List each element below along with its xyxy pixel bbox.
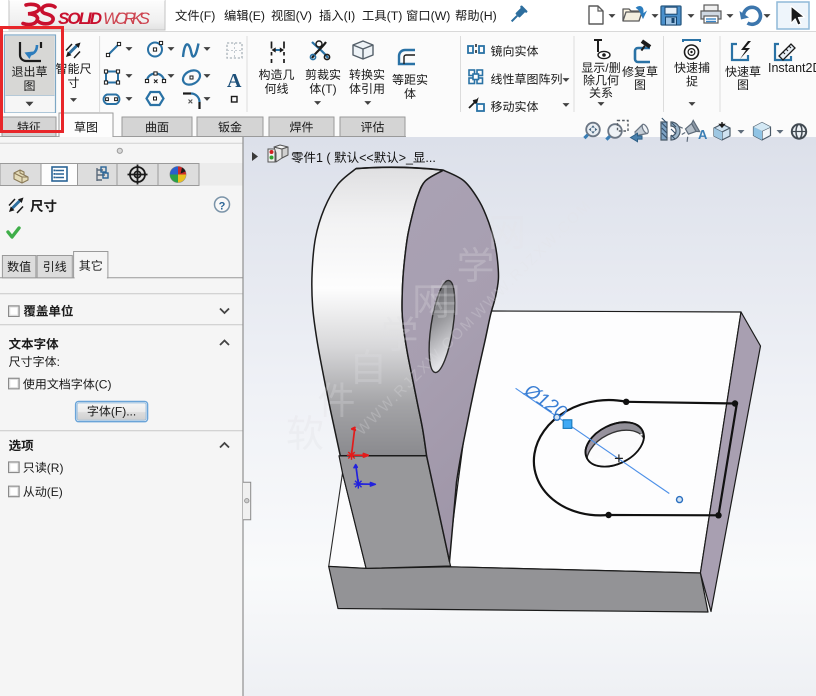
svg-text:1 (: 1 ( xyxy=(316,151,331,165)
svg-text::: : xyxy=(57,355,60,369)
svg-text:(E): (E) xyxy=(47,485,63,499)
svg-text:(F): (F) xyxy=(200,9,216,23)
svg-text:(T): (T) xyxy=(321,82,336,96)
svg-text:(C): (C) xyxy=(95,378,112,392)
svg-text:SOLID: SOLID xyxy=(58,9,102,28)
svg-text:(F)...: (F)... xyxy=(111,405,136,419)
svg-text:(R): (R) xyxy=(47,461,64,475)
svg-text:A: A xyxy=(227,70,242,92)
svg-text:(T): (T) xyxy=(387,9,403,23)
svg-text:?: ? xyxy=(219,201,226,213)
svg-text:>_: >_ xyxy=(399,151,414,165)
svg-text:(H): (H) xyxy=(480,9,497,23)
svg-text:<<: << xyxy=(359,151,374,165)
svg-text:(E): (E) xyxy=(249,9,265,23)
svg-text:(V): (V) xyxy=(296,9,312,23)
svg-text:A: A xyxy=(698,127,708,142)
svg-text:Instant2D: Instant2D xyxy=(768,61,816,75)
svg-text:(W): (W) xyxy=(431,9,451,23)
svg-text:WORKS: WORKS xyxy=(103,9,151,28)
svg-text:...: ... xyxy=(425,151,435,165)
svg-text:(I): (I) xyxy=(344,9,356,23)
